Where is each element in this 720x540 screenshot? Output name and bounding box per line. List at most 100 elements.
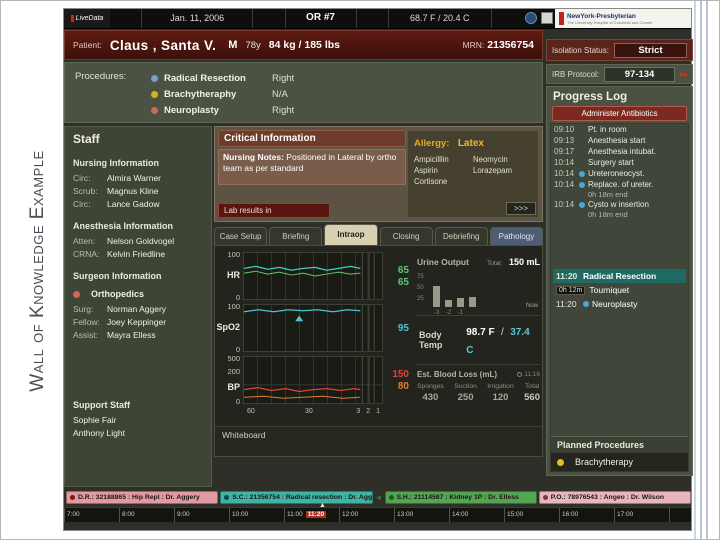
patient-weight: 84 kg / 185 lbs — [268, 39, 340, 51]
tab-debriefing[interactable]: Debriefing — [434, 227, 488, 245]
log-time: 09:17 — [554, 147, 575, 156]
nursing-section-title: Nursing Information — [73, 158, 159, 168]
allergy-item: Aspirin — [414, 166, 438, 175]
body-temp-f: 98.7 F — [466, 327, 495, 338]
tab-intraop[interactable]: Intraop — [324, 224, 378, 245]
hr-plot — [243, 252, 383, 300]
staff-row: Atten: Nelson Goldvogel — [73, 236, 203, 246]
axis-tick: 75 — [417, 274, 424, 280]
staff-row: Anthony Light — [73, 428, 203, 438]
case-bar[interactable]: P.O.: 78976543 : Angeo : Dr. Wilson — [538, 491, 691, 504]
top-bar-spacer — [253, 9, 284, 28]
clock-icon — [517, 372, 523, 377]
staff-role: Assist: — [73, 330, 99, 340]
tick-label: 11:00 — [287, 511, 303, 518]
procedure-row: Neuroplasty Right — [151, 102, 294, 118]
tick-label: 9:00 — [177, 511, 190, 518]
procedure-dot-icon — [151, 106, 158, 114]
spo2-values: 95 — [383, 304, 413, 352]
planned-procedures: Planned Procedures Brachytherapy — [551, 436, 688, 471]
log-text: Tourniquet — [589, 285, 630, 295]
patient-name: Claus , Santa V. — [109, 37, 217, 53]
irb-protocol-row: IRB Protocol: 97-134 ▸▸ — [546, 64, 693, 84]
timeline: 7:00 8:00 9:00 10:00 11:00 11:20 12:00 13… — [64, 507, 691, 522]
progress-log-panel: Progress Log Administer Antibiotics 09:1… — [546, 86, 693, 476]
irb-value: 97-134 — [604, 66, 675, 82]
staff-row: Circ: Lance Gadow — [73, 199, 203, 209]
procedure-dot-icon — [557, 458, 564, 466]
timeline-tick: 7:00 — [64, 508, 119, 522]
urine-bars — [433, 273, 476, 307]
tick-label: 12:00 — [342, 511, 359, 518]
log-time: 11:20 — [556, 299, 577, 309]
tab-case-setup[interactable]: Case Setup — [214, 227, 268, 245]
camera-icon[interactable] — [525, 12, 537, 24]
specialty-name: Orthopedics — [91, 289, 145, 299]
administer-antibiotics-button[interactable]: Administer Antibiotics — [552, 106, 687, 121]
blood-loss-label: Irrigation — [487, 383, 514, 390]
procedure-dot-icon — [151, 74, 158, 82]
tab-briefing[interactable]: Briefing — [269, 227, 323, 245]
case-bar[interactable]: S.C.: 21356754 : Radical resection : Dr.… — [220, 491, 373, 504]
specialty-dot-icon — [73, 290, 80, 298]
staff-name: Lance Gadow — [107, 199, 160, 209]
allergy-more-button[interactable]: >>> — [505, 202, 536, 215]
timeline-tick: 9:00 — [174, 508, 229, 522]
surgeon-section-title: Surgeon Information — [73, 271, 162, 281]
log-text: Radical Resection — [583, 271, 657, 281]
procedures-panel: Procedures: Radical Resection Right Brac… — [64, 62, 543, 123]
log-entry: 10:14 Surgery start — [551, 157, 688, 168]
support-section-title: Support Staff — [73, 400, 130, 410]
planned-procedure-name: Brachytherapy — [575, 457, 634, 467]
active-procedure-row: 11:20 Neuroplasty — [553, 297, 686, 311]
log-entry: 10:14 Replace. of ureter. — [551, 179, 688, 190]
bp-values: 150 80 — [383, 356, 413, 404]
patient-bar: Patient: Claus , Santa V. M 78y 84 kg / … — [64, 30, 543, 60]
spo2-label: SpO2 — [216, 322, 240, 332]
urine-x-labels: -3 -2 -1 — [433, 310, 464, 316]
staff-name: Almira Warner — [107, 173, 161, 183]
axis-tick: 0 — [235, 293, 240, 302]
case-dot-icon — [388, 495, 394, 500]
lab-results-button[interactable]: Lab results in — [218, 203, 330, 218]
blood-loss-value: 250 — [457, 392, 474, 403]
axis-tick: 200 — [227, 367, 240, 376]
top-bar: LiveData Jan. 11, 2006 OR #7 68.7 F / 20… — [64, 9, 691, 29]
tab-pathology[interactable]: Pathology — [489, 227, 544, 245]
top-bar-spacer — [492, 9, 523, 28]
case-dot-icon — [224, 495, 230, 500]
procedure-row: Radical Resection Right — [151, 70, 294, 86]
procedure-dot-icon — [579, 201, 585, 208]
timeline-tick: 13:00 — [394, 508, 449, 522]
hospital-logo-mark-icon — [559, 12, 564, 25]
staff-role: Scrub: — [73, 186, 98, 196]
top-bar-spacer — [110, 9, 141, 28]
staff-role: Fellow: — [73, 317, 100, 327]
log-time: 10:14 — [554, 169, 575, 178]
timeline-tick: 14:00 — [449, 508, 504, 522]
date-display: Jan. 11, 2006 — [141, 9, 254, 28]
livedata-logo: LiveData — [64, 9, 110, 28]
specialty-row: Orthopedics — [73, 289, 203, 299]
window-icon[interactable] — [541, 12, 553, 24]
log-entry: 09:17 Anesthesia intubat. — [551, 146, 688, 157]
patient-mrn: MRN: 21356754 — [463, 39, 534, 51]
x-axis-tick: -1 — [457, 310, 464, 316]
urine-total-value: 150 mL — [508, 257, 540, 267]
timeline-tick: 8:00 — [119, 508, 174, 522]
timeline-end-spacer — [669, 508, 691, 522]
allergy-list: Ampicilllin Aspirin Cortisone Neomycin L… — [414, 154, 532, 187]
nursing-notes: Nursing Notes: Positioned in Lateral by … — [218, 149, 406, 185]
case-bar[interactable]: S.H.: 21114587 : Kidney 1P : Dr. Elless — [384, 491, 537, 504]
slide-edge-line — [706, 1, 708, 539]
critical-info-title: Critical Information — [218, 130, 406, 147]
allergy-item: Lorazepam — [473, 166, 513, 175]
blood-loss-column: Irrigation 120 — [487, 383, 513, 403]
timestamp: 11:16 — [524, 371, 540, 378]
slide-vertical-title: Wall of Knowledge Example — [27, 150, 48, 392]
case-bar[interactable]: D.R.: 32188865 : Hip Repl : Dr. Aggery — [66, 491, 219, 504]
tab-closing[interactable]: Closing — [379, 227, 433, 245]
vitals-side-info: Urine Output Total: 150 mL 75 50 25 -3 -… — [417, 252, 540, 403]
irb-more-arrows-icon[interactable]: ▸▸ — [680, 69, 688, 80]
staff-name: Kelvin Friedline — [107, 249, 166, 259]
